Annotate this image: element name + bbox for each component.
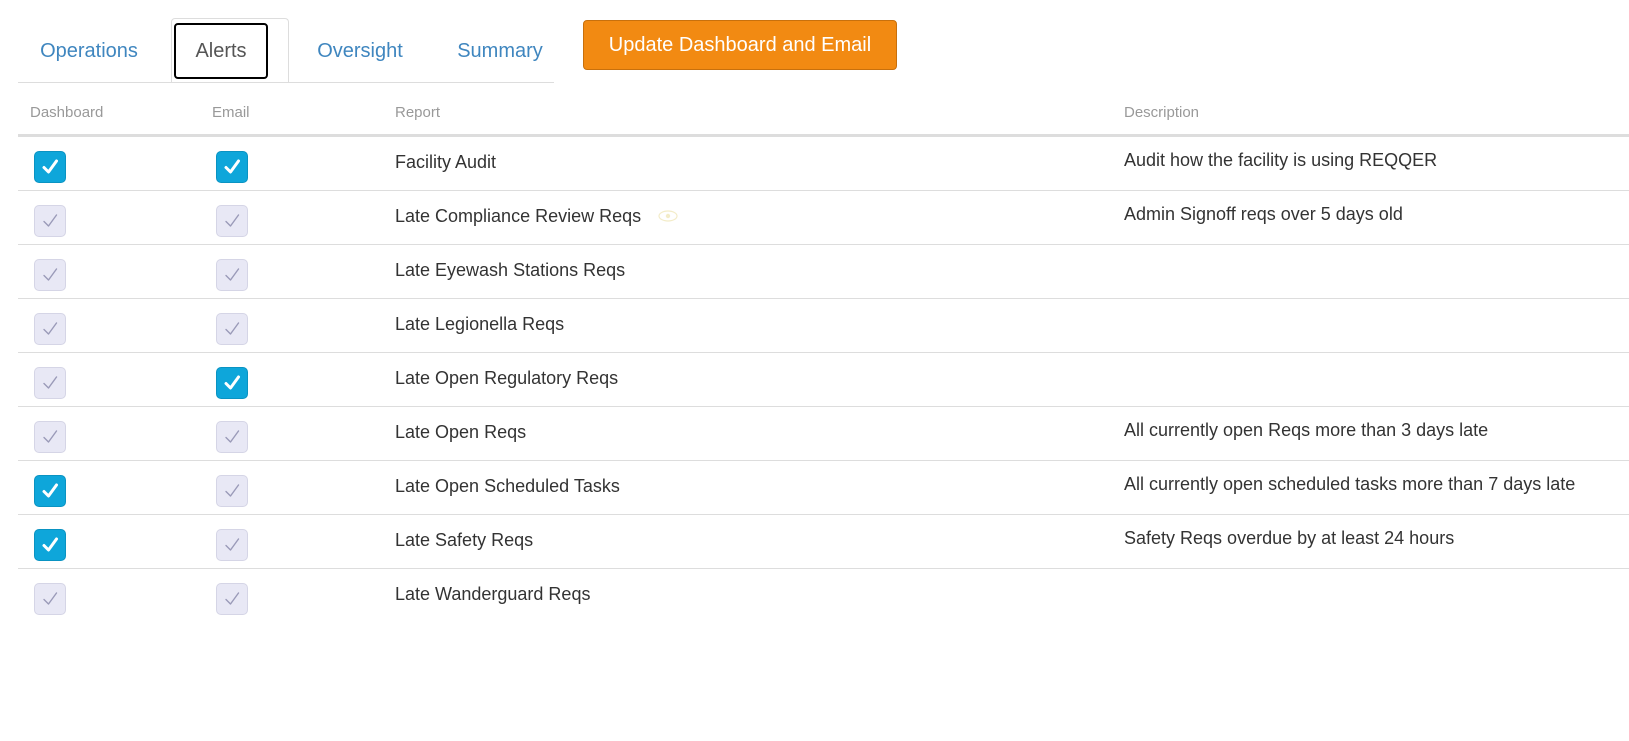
dashboard-checkbox[interactable] [34,475,66,507]
tab-alerts[interactable]: Alerts [174,23,268,79]
table-row: Late Compliance Review Reqs Admin Signoff… [18,191,1629,245]
dashboard-checkbox[interactable] [34,421,66,453]
table-row: Late Wanderguard Reqs [18,569,1629,622]
alerts-page: Operations Alerts Oversight Summary Upda… [0,0,1629,741]
tab-operations[interactable]: Operations [26,23,152,79]
report-description: Safety Reqs overdue by at least 24 hours [1124,528,1455,548]
tab-summary[interactable]: Summary [437,23,563,79]
table-row: Facility Audit Audit how the facility is … [18,137,1629,191]
tab-oversight[interactable]: Oversight [295,23,425,79]
header-dashboard[interactable]: Dashboard [30,104,103,121]
alerts-table: Dashboard Email Report Description Facil… [18,96,1629,622]
report-name: Late Compliance Review Reqs [395,206,642,226]
email-checkbox[interactable] [216,313,248,345]
report-name: Late Eyewash Stations Reqs [395,260,626,280]
report-name: Late Open Reqs [395,422,527,442]
dashboard-checkbox[interactable] [34,205,66,237]
email-checkbox[interactable] [216,529,248,561]
table-row: Late Open Reqs All currently open Reqs mo… [18,407,1629,461]
email-checkbox[interactable] [216,475,248,507]
eye-icon[interactable] [658,209,678,223]
report-name: Late Wanderguard Reqs [395,584,591,604]
dashboard-checkbox[interactable] [34,583,66,615]
report-name: Late Safety Reqs [395,530,534,550]
email-checkbox[interactable] [216,583,248,615]
report-description: All currently open scheduled tasks more … [1124,474,1576,494]
report-name: Facility Audit [395,152,497,172]
table-body: Facility Audit Audit how the facility is … [18,137,1629,622]
report-name: Late Open Scheduled Tasks [395,476,620,496]
email-checkbox[interactable] [216,421,248,453]
email-checkbox[interactable] [216,205,248,237]
header-report[interactable]: Report [395,104,440,121]
header-email[interactable]: Email [212,104,250,121]
report-name: Late Legionella Reqs [395,314,565,334]
report-name: Late Open Regulatory Reqs [395,368,619,388]
email-checkbox[interactable] [216,151,248,183]
tab-bar: Operations Alerts Oversight Summary [18,18,554,83]
dashboard-checkbox[interactable] [34,151,66,183]
report-description: Admin Signoff reqs over 5 days old [1124,204,1403,224]
table-row: Late Legionella Reqs [18,299,1629,353]
table-row: Late Safety Reqs Safety Reqs overdue by a… [18,515,1629,569]
email-checkbox[interactable] [216,259,248,291]
dashboard-checkbox[interactable] [34,367,66,399]
update-dashboard-email-button[interactable]: Update Dashboard and Email [583,20,897,70]
dashboard-checkbox[interactable] [34,259,66,291]
table-row: Late Eyewash Stations Reqs [18,245,1629,299]
dashboard-checkbox[interactable] [34,313,66,345]
table-header: Dashboard Email Report Description [18,96,1629,137]
table-row: Late Open Scheduled Tasks All currently o… [18,461,1629,515]
table-row: Late Open Regulatory Reqs [18,353,1629,407]
header-description[interactable]: Description [1124,104,1199,121]
report-description: Audit how the facility is using REQQER [1124,150,1438,170]
email-checkbox[interactable] [216,367,248,399]
report-description: All currently open Reqs more than 3 days… [1124,420,1489,440]
dashboard-checkbox[interactable] [34,529,66,561]
